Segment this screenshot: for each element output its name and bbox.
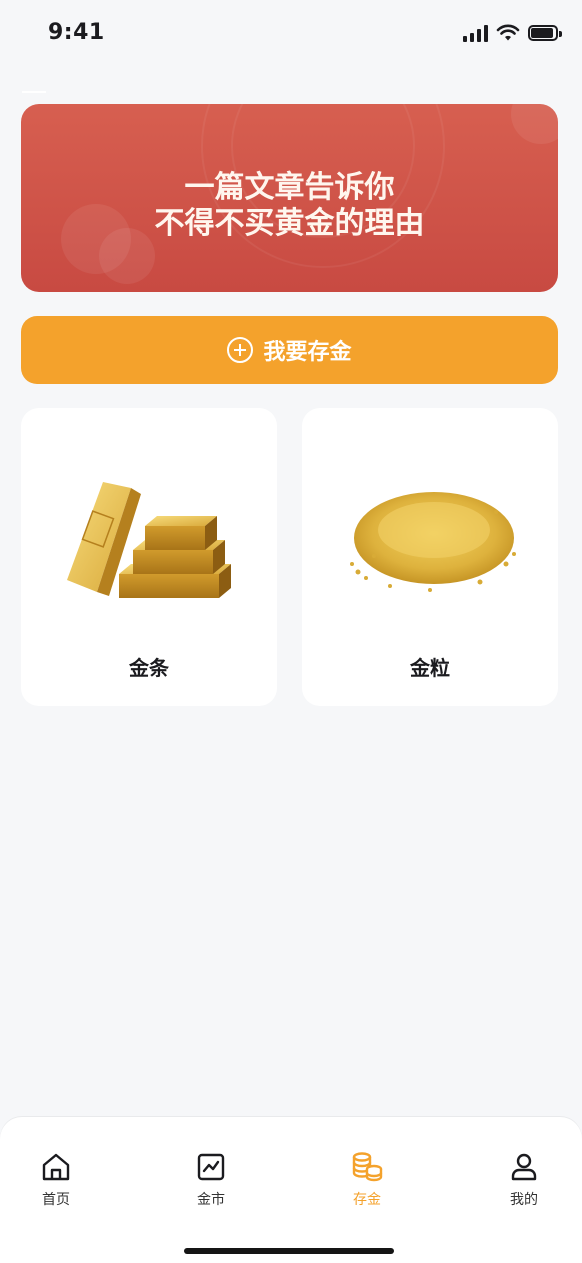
tab-market[interactable]: 金市 [171, 1151, 251, 1209]
product-card-gold-grain[interactable]: 金粒 [302, 408, 558, 706]
status-icons [463, 24, 562, 42]
product-label: 金粒 [410, 656, 450, 680]
product-card-gold-bar[interactable]: 金条 [21, 408, 277, 706]
tab-profile-label: 我的 [510, 1192, 538, 1208]
tab-market-label: 金市 [197, 1192, 225, 1208]
product-label: 金条 [129, 656, 169, 680]
tab-deposit[interactable]: 存金 [327, 1151, 407, 1209]
status-time: 9:41 [48, 20, 105, 45]
chart-icon [197, 1153, 225, 1181]
gold-bars-image [67, 482, 231, 598]
banner-line-2: 不得不买黄金的理由 [154, 206, 425, 241]
tab-home-label: 首页 [42, 1192, 70, 1208]
banner-line-1: 一篇文章告诉你 [184, 170, 395, 205]
deposit-gold-label: 我要存金 [263, 340, 352, 365]
tab-home[interactable]: 首页 [16, 1151, 96, 1209]
gold-grains-image [350, 492, 516, 592]
tab-deposit-label: 存金 [353, 1192, 381, 1208]
home-indicator[interactable] [184, 1248, 394, 1254]
divider [22, 91, 46, 93]
wifi-icon [496, 24, 520, 41]
coins-icon [352, 1152, 383, 1182]
tab-profile[interactable]: 我的 [484, 1151, 564, 1209]
deposit-gold-button[interactable]: 我要存金 [21, 316, 558, 384]
signal-icon [463, 24, 488, 42]
app-screen: 9:41 一篇文章告诉你 不得不买黄金的理由 我要存金 金条 金粒 首页 金市 … [0, 0, 582, 1263]
bottom-tab-bar: 首页 金市 存金 我的 [0, 1117, 582, 1263]
battery-icon [528, 25, 562, 41]
promo-banner[interactable]: 一篇文章告诉你 不得不买黄金的理由 [21, 104, 558, 292]
user-icon [511, 1153, 537, 1181]
banner-flower-decor [511, 104, 558, 144]
home-icon [42, 1153, 70, 1181]
status-bar: 9:41 [0, 0, 582, 70]
plus-circle-icon [227, 337, 254, 363]
banner-title: 一篇文章告诉你 不得不买黄金的理由 [21, 170, 558, 242]
